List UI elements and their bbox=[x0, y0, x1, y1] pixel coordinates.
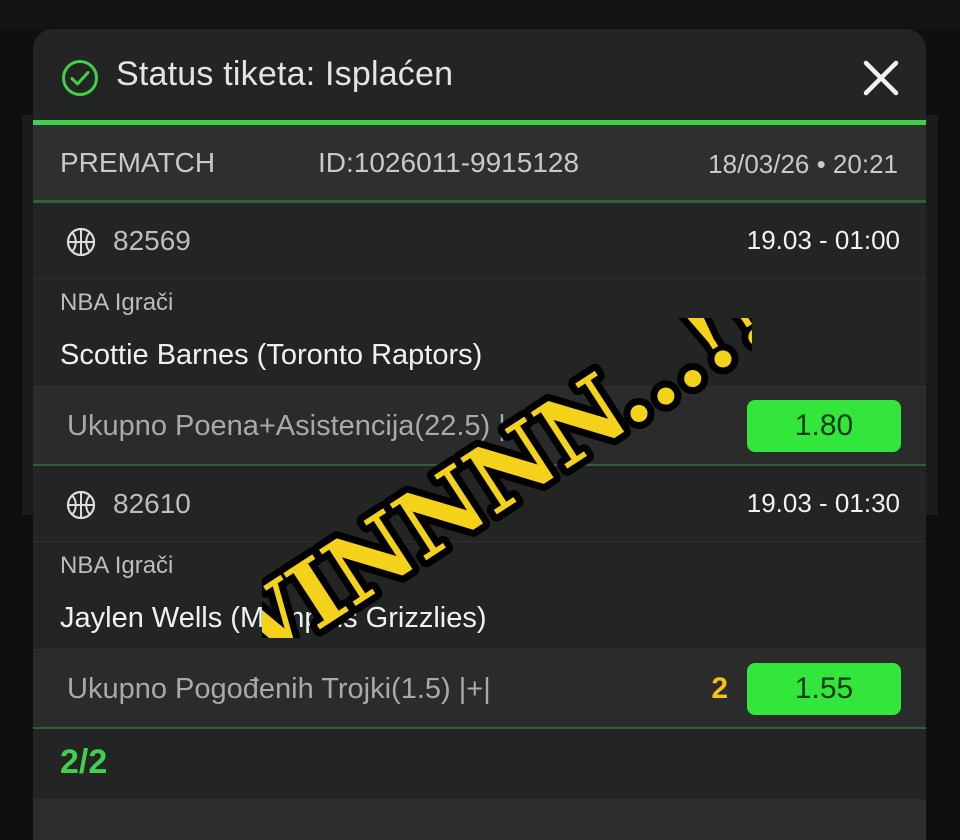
close-icon[interactable] bbox=[860, 57, 902, 99]
check-circle-icon bbox=[62, 60, 98, 96]
odds-button[interactable]: 1.55 bbox=[747, 663, 901, 715]
market-label: Ukupno Poena+Asistencija(22.5) |+| bbox=[67, 410, 531, 442]
market-row: Ukupno Pogođenih Trojki(1.5) |+| 2 1.55 bbox=[33, 650, 926, 729]
ticket-datetime: 18/03/26 • 20:21 bbox=[708, 149, 898, 179]
modal-header: Status tiketa: Isplaćen bbox=[33, 29, 926, 125]
ticket-id: ID:1026011-9915128 bbox=[318, 147, 580, 178]
event-time: 19.03 - 01:00 bbox=[746, 225, 900, 255]
player-row: Jaylen Wells (Memphis Grizzlies) bbox=[33, 588, 926, 650]
league-name: NBA Igrači bbox=[33, 279, 926, 325]
ticket-summary: 2/2 bbox=[33, 729, 926, 797]
market-row: Ukupno Poena+Asistencija(22.5) |+| 1.80 bbox=[33, 387, 926, 466]
league-name: NBA Igrači bbox=[33, 542, 926, 588]
event-header: 82569 19.03 - 01:00 bbox=[33, 203, 926, 279]
modal-footer bbox=[33, 799, 926, 840]
player-name: Jaylen Wells (Memphis Grizzlies) bbox=[60, 602, 487, 634]
market-label: Ukupno Pogođenih Trojki(1.5) |+| bbox=[67, 673, 491, 705]
event-code: 82610 bbox=[113, 488, 191, 519]
event-header: 82610 19.03 - 01:30 bbox=[33, 466, 926, 542]
event-code: 82569 bbox=[113, 225, 191, 256]
background-page bbox=[0, 0, 960, 30]
ticket-status-modal: Status tiketa: Isplaćen PREMATCH ID:1026… bbox=[33, 29, 926, 840]
ticket-info-bar: PREMATCH ID:1026011-9915128 18/03/26 • 2… bbox=[33, 125, 926, 203]
odds-button[interactable]: 1.80 bbox=[747, 400, 901, 452]
pick-number: 2 bbox=[711, 672, 728, 705]
player-row: Scottie Barnes (Toronto Raptors) bbox=[33, 325, 926, 387]
match-count: 2/2 bbox=[60, 743, 108, 781]
background-page-edge bbox=[924, 115, 938, 515]
league-label: NBA Igrači bbox=[60, 289, 174, 316]
basketball-icon bbox=[66, 227, 96, 257]
player-name: Scottie Barnes (Toronto Raptors) bbox=[60, 339, 483, 371]
event-time: 19.03 - 01:30 bbox=[746, 488, 900, 518]
league-label: NBA Igrači bbox=[60, 552, 174, 579]
modal-title: Status tiketa: Isplaćen bbox=[116, 55, 454, 93]
basketball-icon bbox=[66, 490, 96, 520]
ticket-type: PREMATCH bbox=[60, 147, 216, 178]
